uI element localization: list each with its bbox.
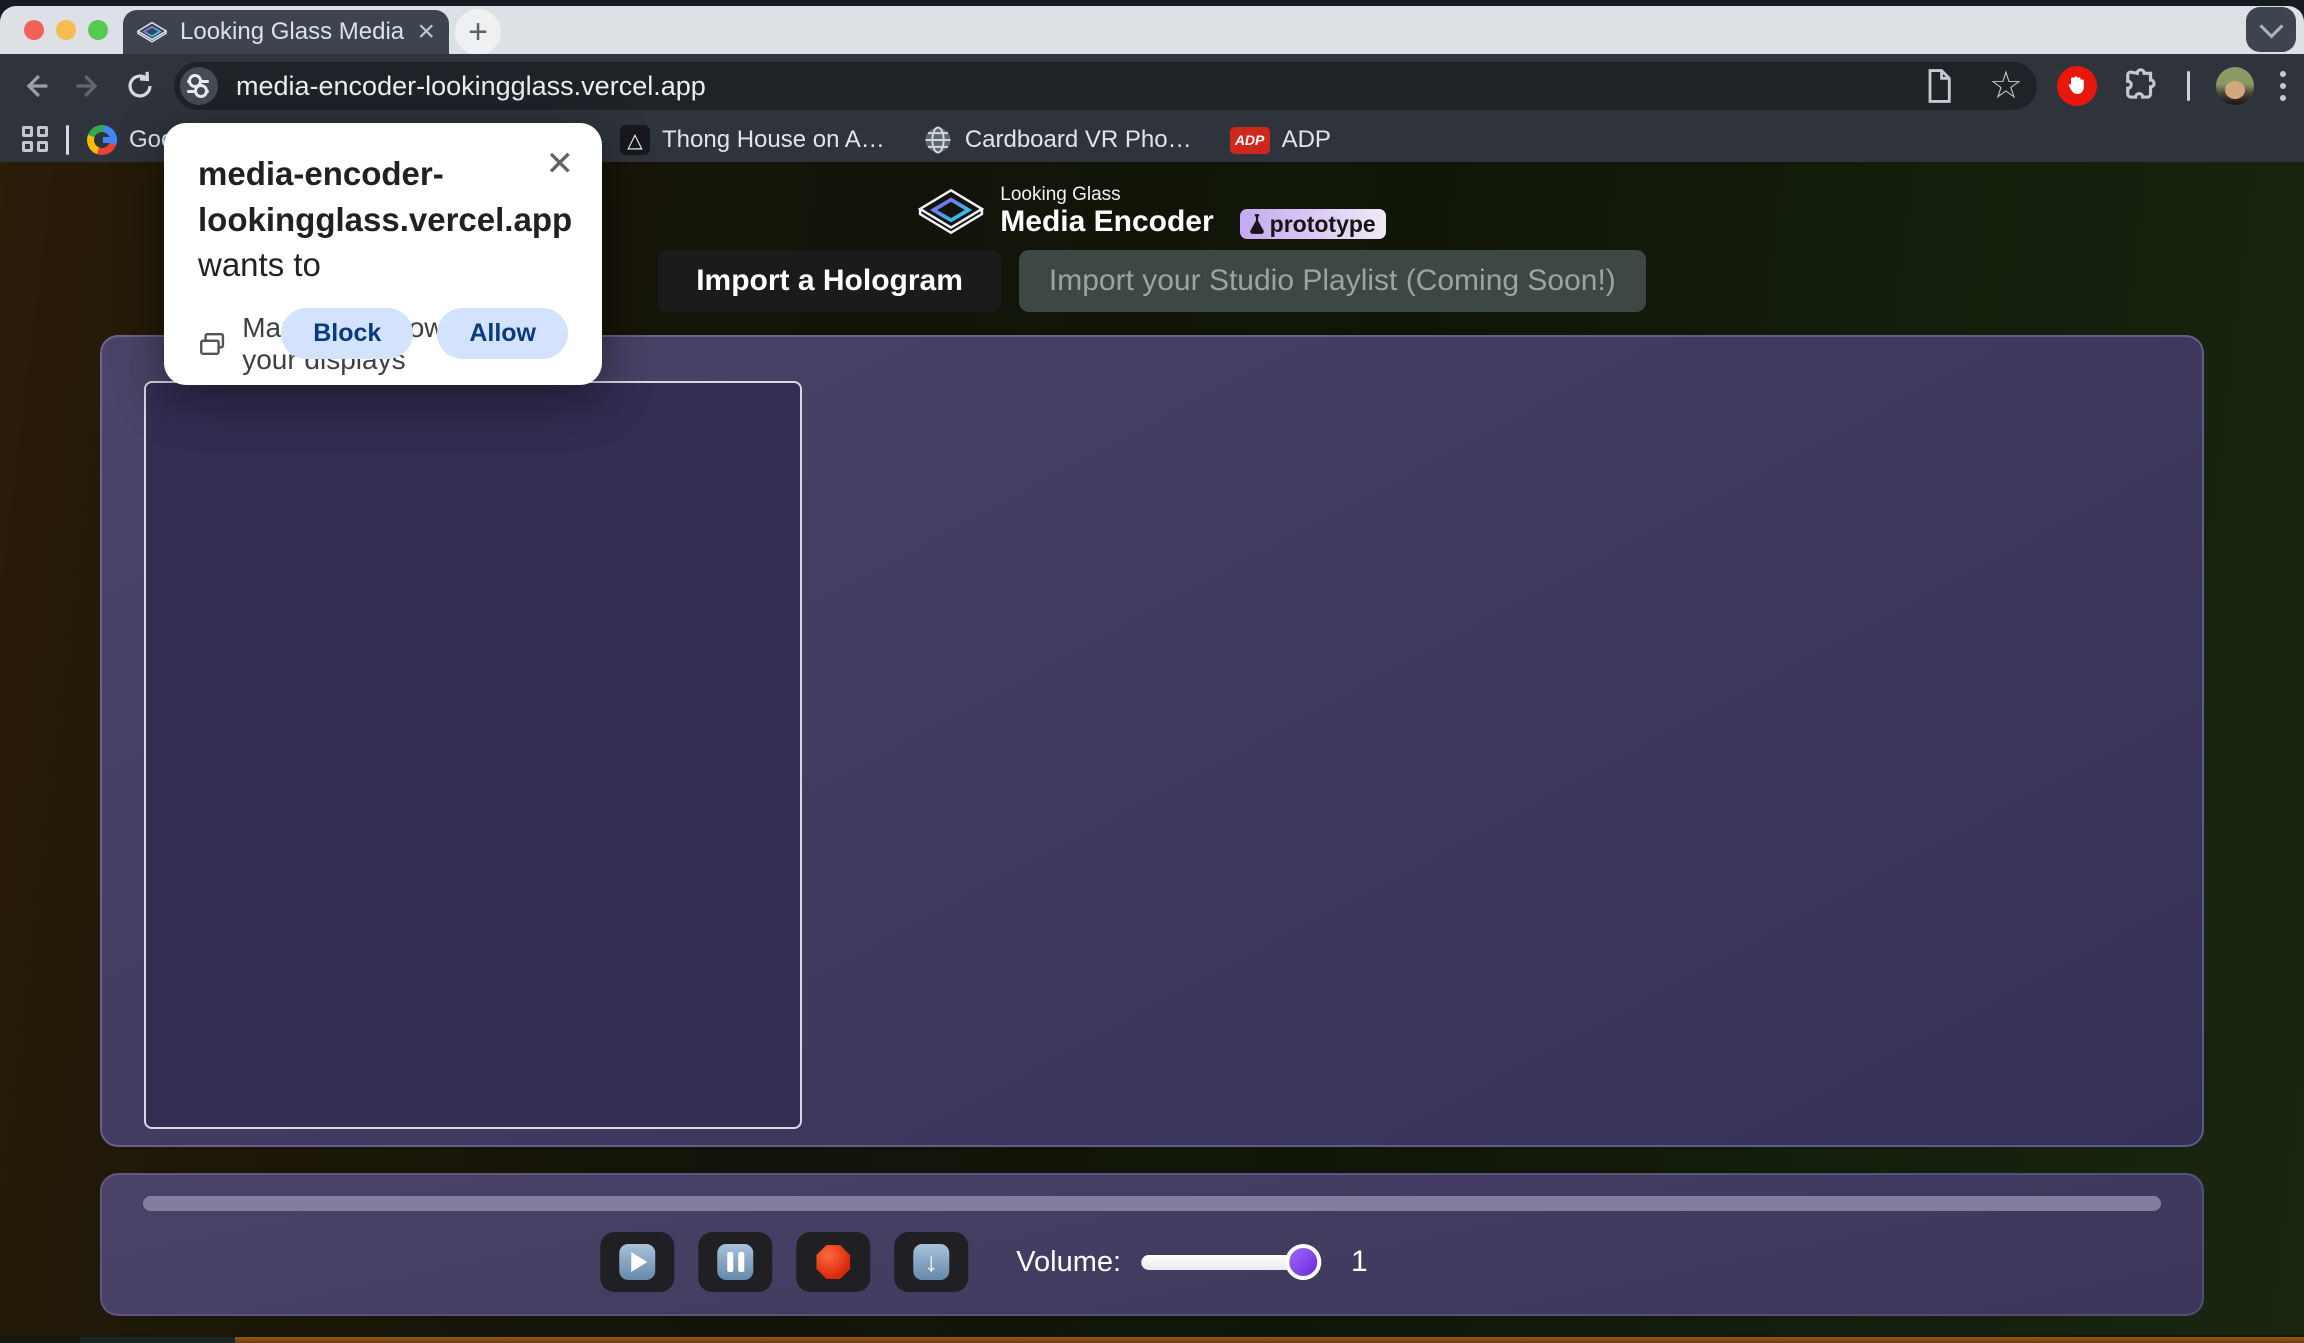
close-window-button[interactable] (24, 20, 44, 40)
google-favicon (87, 125, 117, 155)
player-control-bar: ↓ Volume: 1 (100, 1173, 2204, 1316)
pause-button[interactable] (698, 1232, 773, 1292)
volume-value: 1 (1351, 1245, 1368, 1278)
url-text: media-encoder-lookingglass.vercel.app (236, 70, 706, 101)
brand-line1: Looking Glass (1000, 183, 1121, 205)
bottom-strip-segment (80, 1337, 235, 1343)
browser-window: Looking Glass Media Encoder × + media-en… (0, 0, 2304, 1343)
reload-button[interactable] (114, 69, 166, 103)
volume-label: Volume: (1016, 1245, 1122, 1278)
back-button[interactable] (10, 69, 62, 103)
block-button[interactable]: Block (281, 308, 414, 359)
flask-icon (1249, 214, 1264, 234)
bookmark-star-icon[interactable]: ☆ (1989, 67, 2023, 105)
window-management-icon (200, 332, 225, 355)
timeline-scrubber[interactable] (143, 1196, 2161, 1211)
record-button[interactable] (796, 1232, 871, 1292)
zoom-window-button[interactable] (88, 20, 108, 40)
bookmarks-separator (66, 125, 69, 155)
forward-button[interactable] (62, 69, 114, 103)
menu-dots-icon[interactable] (2280, 71, 2286, 101)
dialog-close-icon[interactable]: ✕ (546, 147, 575, 181)
new-tab-button[interactable]: + (455, 9, 501, 55)
tab-close-icon[interactable]: × (417, 17, 435, 47)
adp-favicon: ADP (1229, 126, 1270, 154)
play-button[interactable] (600, 1232, 675, 1292)
bookmark-cardboard-vr[interactable]: Cardboard VR Pho… (923, 125, 1218, 155)
bottom-strip-line (235, 1337, 2304, 1343)
looking-glass-logo (918, 188, 985, 235)
download-icon: ↓ (913, 1244, 950, 1280)
active-tab[interactable]: Looking Glass Media Encoder × (123, 10, 449, 54)
globe-favicon (925, 126, 951, 154)
bookmark-thong-house[interactable]: △ Thong House on A… (620, 125, 911, 155)
volume-slider-thumb[interactable] (1285, 1244, 1322, 1280)
hologram-stage-panel (100, 335, 2204, 1147)
toolbar-extensions-area (2057, 66, 2286, 106)
tab-title: Looking Glass Media Encoder (180, 18, 409, 45)
permission-dialog-title: media-encoder-lookingglass.vercel.app wa… (198, 155, 573, 284)
volume-slider[interactable] (1141, 1244, 1322, 1280)
download-button[interactable]: ↓ (894, 1232, 969, 1292)
toolbar: media-encoder-lookingglass.vercel.app ☆ (0, 54, 2304, 118)
import-playlist-button[interactable]: Import your Studio Playlist (Coming Soon… (1018, 250, 1646, 312)
adblock-extension-icon[interactable] (2057, 66, 2097, 106)
site-settings-icon[interactable] (180, 67, 218, 105)
page-bottom-strip (0, 1335, 2304, 1343)
chevron-down-icon (2258, 14, 2284, 39)
record-icon (816, 1245, 851, 1279)
apps-grid-icon[interactable] (22, 126, 50, 154)
traffic-lights (24, 20, 108, 40)
import-hologram-button[interactable]: Import a Hologram (658, 250, 1001, 312)
brand-line2: Media Encoder (1000, 204, 1214, 238)
preview-viewport[interactable] (144, 381, 802, 1129)
toolbar-separator (2187, 71, 2190, 101)
triangle-favicon: △ (620, 125, 650, 155)
bookmark-adp[interactable]: ADP ADP (1229, 126, 1357, 154)
tab-strip: Looking Glass Media Encoder × + (0, 0, 2304, 55)
prototype-badge: prototype (1239, 209, 1386, 239)
profile-avatar[interactable] (2216, 67, 2254, 105)
reading-mode-icon[interactable] (1923, 68, 1955, 104)
minimize-window-button[interactable] (56, 20, 76, 40)
tab-search-button[interactable] (2246, 7, 2296, 52)
pause-icon (717, 1244, 754, 1280)
permission-dialog: media-encoder-lookingglass.vercel.app wa… (164, 123, 602, 385)
url-bar[interactable]: media-encoder-lookingglass.vercel.app ☆ (174, 62, 2037, 110)
allow-button[interactable]: Allow (437, 308, 568, 359)
player-controls: ↓ Volume: 1 (600, 1232, 1368, 1292)
dialog-buttons: Block Allow (281, 308, 568, 359)
play-icon (619, 1244, 656, 1280)
looking-glass-favicon (137, 21, 167, 43)
extensions-puzzle-icon[interactable] (2123, 67, 2161, 105)
